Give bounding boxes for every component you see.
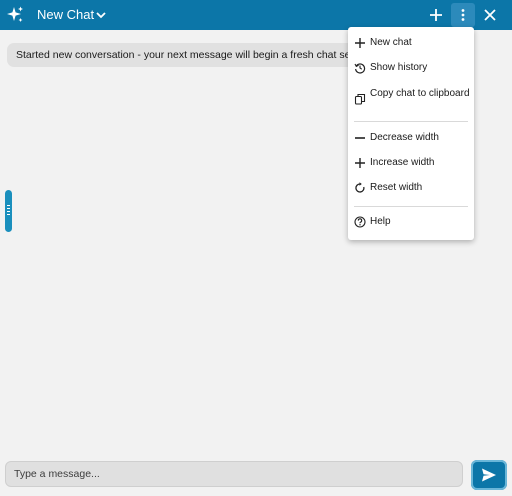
menu-divider [354,121,468,122]
minus-icon [355,137,365,139]
menu-item-label: Show history [370,62,428,73]
menu-item-label: Decrease width [370,132,439,143]
more-options-button[interactable] [451,3,475,27]
new-chat-button[interactable] [424,3,448,27]
message-input-container [5,461,463,487]
menu-item-decrease-width[interactable]: Decrease width [348,132,474,144]
send-icon [482,468,496,482]
menu-divider [354,206,468,207]
grip-icon [7,205,10,217]
menu-item-label: Increase width [370,157,435,168]
options-menu: New chat Show history Copy chat to clipb… [348,27,474,240]
plus-icon [355,158,365,168]
reset-icon [355,182,365,193]
menu-item-help[interactable]: Help [348,216,474,228]
menu-item-copy-chat[interactable]: Copy chat to clipboard [348,88,474,110]
menu-item-reset-width[interactable]: Reset width [348,182,474,194]
menu-item-label: Copy chat to clipboard [370,88,470,99]
chat-header: New Chat [0,0,512,30]
plus-icon [430,9,442,21]
resize-handle[interactable] [5,190,12,232]
chat-title[interactable]: New Chat [37,7,94,23]
close-icon [484,9,496,21]
menu-item-increase-width[interactable]: Increase width [348,157,474,169]
menu-item-show-history[interactable]: Show history [348,62,474,74]
chevron-down-icon[interactable] [95,8,107,20]
menu-item-new-chat[interactable]: New chat [348,37,474,49]
system-message: Started new conversation - your next mes… [7,43,407,67]
plus-icon [355,38,365,48]
sparkle-icon [5,5,25,25]
menu-item-label: Reset width [370,182,423,193]
more-vert-icon [461,9,465,21]
clipboard-icon [354,93,366,105]
message-input[interactable] [6,462,462,486]
send-button[interactable] [471,460,507,490]
history-icon [354,63,366,74]
close-button[interactable] [478,3,502,27]
help-icon [354,216,366,228]
menu-item-label: New chat [370,37,412,48]
menu-item-label: Help [370,216,391,227]
